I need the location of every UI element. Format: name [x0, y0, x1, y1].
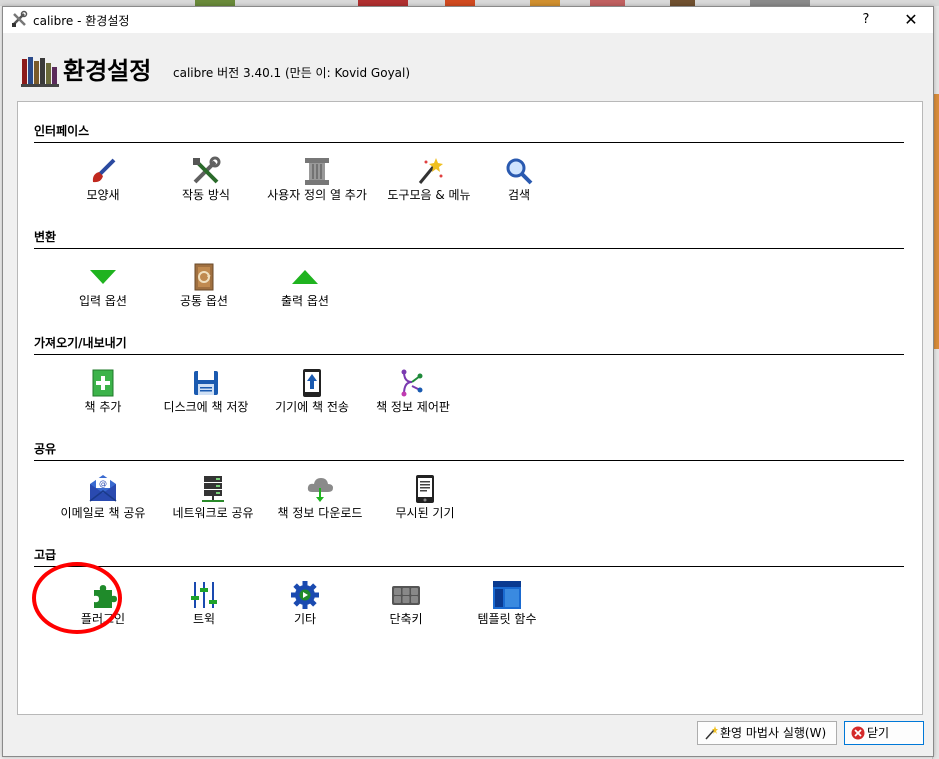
send-device-icon	[303, 369, 321, 397]
section-divider	[34, 142, 904, 143]
pref-sending-books-to-devices[interactable]: 기기에 책 전송	[257, 368, 367, 424]
tools-icon	[193, 156, 221, 184]
page-title: 환경설정	[63, 57, 152, 85]
pref-look-and-feel[interactable]: 모양새	[48, 156, 158, 212]
pref-add-custom-column[interactable]: 사용자 정의 열 추가	[262, 156, 372, 212]
pref-label: 검색	[507, 188, 531, 202]
gear-icon	[291, 581, 319, 609]
section-conversion: 변환 입력 옵션 공통 옵션 출력 옵션	[34, 228, 904, 328]
section-title: 변환	[34, 230, 57, 244]
pref-tweaks[interactable]: 트윅	[149, 580, 259, 636]
pref-label: 출력 옵션	[281, 294, 329, 308]
pref-plugins[interactable]: 플러그인	[48, 580, 158, 636]
pref-shortcuts[interactable]: 단축키	[351, 580, 461, 636]
template-icon	[493, 581, 521, 609]
keyboard-icon	[392, 586, 420, 605]
cloud-download-icon	[307, 478, 333, 502]
magic-wand-icon	[418, 158, 443, 184]
ereader-icon	[416, 475, 434, 503]
calibre-logo-icon	[21, 57, 59, 87]
pref-template-functions[interactable]: 템플릿 함수	[452, 580, 562, 636]
pref-common-options[interactable]: 공통 옵션	[149, 262, 259, 318]
column-icon	[305, 158, 329, 185]
pref-label: 템플릿 함수	[477, 612, 537, 626]
title-bar: calibre - 환경설정 ? ✕	[3, 7, 933, 33]
run-welcome-wizard-button[interactable]: 환영 마법사 실행(W)	[697, 721, 837, 745]
pref-behavior[interactable]: 작동 방식	[151, 156, 261, 212]
section-advanced: 고급 플러그인 트윅 기타 단축키 템플릿 함수	[34, 546, 904, 646]
pref-sharing-by-email[interactable]: @ 이메일로 책 공유	[48, 474, 158, 530]
close-button[interactable]: 닫기	[844, 721, 924, 745]
tweaks-icon	[191, 582, 217, 608]
section-title: 공유	[34, 442, 57, 456]
window-title: calibre - 환경설정	[33, 14, 130, 28]
section-title: 인터페이스	[34, 124, 90, 138]
section-divider	[34, 566, 904, 567]
plugin-icon	[94, 585, 117, 608]
section-divider	[34, 248, 904, 249]
pref-input-options[interactable]: 입력 옵션	[48, 262, 158, 318]
email-icon: @	[89, 475, 117, 502]
arrow-up-icon	[292, 270, 318, 284]
search-icon	[506, 158, 533, 185]
arrow-down-icon	[90, 270, 116, 284]
pref-sharing-over-net[interactable]: 네트워크로 공유	[158, 474, 268, 530]
pref-metadata-plugboards[interactable]: 책 정보 제어판	[358, 368, 468, 424]
section-divider	[34, 460, 904, 461]
tools-icon	[12, 10, 28, 27]
magic-wand-icon	[705, 726, 718, 740]
section-divider	[34, 354, 904, 355]
version-info: calibre 버전 3.40.1 (만든 이: Kovid Goyal)	[173, 66, 411, 80]
button-label: 환영 마법사 실행(W)	[720, 726, 827, 740]
pref-label: 무시된 기기	[395, 506, 455, 520]
section-import-export: 가져오기/내보내기 책 추가 디스크에 책 저장 기기에 책 전송 책 정보 제…	[34, 334, 904, 434]
pref-label: 책 정보 제어판	[376, 400, 450, 414]
pref-output-options[interactable]: 출력 옵션	[250, 262, 360, 318]
preferences-panel: 인터페이스 모양새 작동 방식 사용자 정의 열 추가 도구모음 & 메뉴 검색…	[17, 101, 923, 715]
pref-adding-books[interactable]: 책 추가	[48, 368, 158, 424]
preferences-dialog: calibre - 환경설정 ? ✕ 환경설정 calibre 버전 3.40.…	[2, 6, 934, 757]
save-disk-icon	[194, 371, 218, 395]
section-title: 가져오기/내보내기	[34, 336, 127, 350]
window-close-button[interactable]: ✕	[889, 7, 933, 33]
section-title: 고급	[34, 548, 57, 562]
button-label: 닫기	[867, 726, 890, 740]
pref-metadata-download[interactable]: 책 정보 다운로드	[265, 474, 375, 530]
section-sharing: 공유 @ 이메일로 책 공유 네트워크로 공유 책 정보 다운로드 무시된 기기	[34, 440, 904, 540]
add-book-icon	[92, 369, 114, 397]
server-icon	[202, 476, 224, 502]
close-icon	[851, 726, 865, 740]
convert-book-icon	[194, 263, 214, 291]
pref-ignored-devices[interactable]: 무시된 기기	[370, 474, 480, 530]
pref-miscellaneous[interactable]: 기타	[250, 580, 360, 636]
help-button[interactable]: ?	[849, 7, 883, 33]
metadata-plugboard-icon	[401, 369, 423, 397]
svg-text:@: @	[99, 479, 107, 488]
paintbrush-icon	[92, 158, 116, 183]
section-interface: 인터페이스 모양새 작동 방식 사용자 정의 열 추가 도구모음 & 메뉴 검색	[34, 122, 904, 222]
pref-searching[interactable]: 검색	[464, 156, 574, 212]
pref-saving-books-to-disk[interactable]: 디스크에 책 저장	[151, 368, 261, 424]
